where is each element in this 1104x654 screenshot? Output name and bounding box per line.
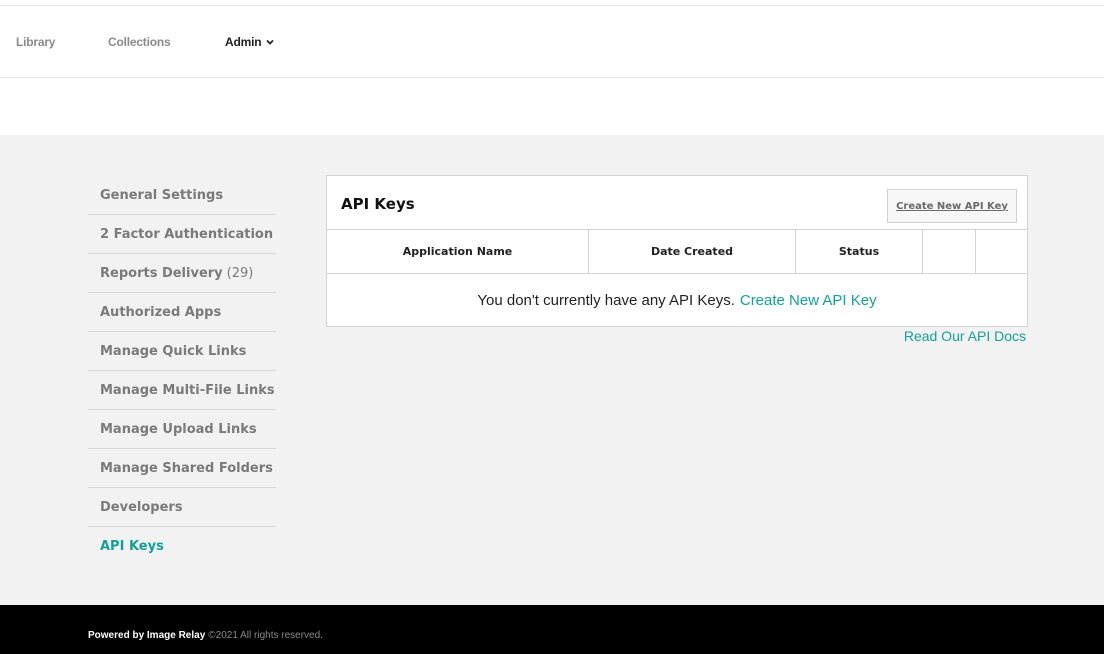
- sidebar-item-label: Manage Upload Links: [100, 421, 257, 437]
- sidebar-item-label: API Keys: [100, 539, 164, 554]
- api-docs-link[interactable]: Read Our API Docs: [904, 328, 1026, 344]
- column-header-application-name[interactable]: Application Name: [327, 230, 589, 273]
- sidebar-item-label: General Settings: [100, 187, 224, 203]
- create-api-key-button[interactable]: Create New API Key: [887, 189, 1017, 223]
- footer: Powered by Image Relay ©2021 All rights r…: [0, 605, 1104, 654]
- sidebar-item-manage-quick-links[interactable]: Manage Quick Links: [88, 332, 276, 371]
- top-navigation: Library Collections Admin: [0, 6, 1104, 78]
- column-header-date-created[interactable]: Date Created: [589, 230, 796, 273]
- footer-text: Powered by Image Relay ©2021 All rights r…: [88, 630, 323, 641]
- sidebar-item-label: Manage Multi-File Links: [100, 382, 275, 398]
- sidebar-item-label: Developers: [100, 499, 183, 515]
- sidebar-item-manage-shared-folders[interactable]: Manage Shared Folders: [88, 449, 276, 488]
- create-api-key-link[interactable]: Create New API Key: [740, 292, 877, 309]
- sidebar-item-manage-multi-file-links[interactable]: Manage Multi-File Links: [88, 371, 276, 410]
- nav-admin-label: Admin: [225, 35, 262, 49]
- empty-state-message: You don't currently have any API Keys.: [477, 291, 735, 309]
- api-keys-panel: API Keys Create New API Key Application …: [326, 175, 1028, 327]
- empty-state-row: You don't currently have any API Keys. C…: [327, 274, 1027, 326]
- admin-sidebar: General Settings 2 Factor Authentication…: [88, 176, 276, 566]
- sidebar-item-label: Reports Delivery: [100, 265, 223, 281]
- column-header-empty: [976, 230, 1027, 273]
- sidebar-item-manage-upload-links[interactable]: Manage Upload Links: [88, 410, 276, 449]
- column-header-empty: [923, 230, 976, 273]
- powered-by-text: Powered by Image Relay: [88, 630, 206, 641]
- nav-admin-dropdown[interactable]: Admin: [225, 35, 275, 49]
- sidebar-item-label: Authorized Apps: [100, 304, 222, 320]
- copyright-text: ©2021 All rights reserved.: [208, 630, 323, 641]
- sidebar-item-api-keys[interactable]: API Keys: [88, 527, 276, 566]
- sidebar-item-general-settings[interactable]: General Settings: [88, 176, 276, 215]
- panel-title: API Keys: [341, 195, 415, 213]
- chevron-down-icon: [266, 39, 274, 45]
- sidebar-item-authorized-apps[interactable]: Authorized Apps: [88, 293, 276, 332]
- sidebar-item-developers[interactable]: Developers: [88, 488, 276, 527]
- sidebar-item-label: Manage Quick Links: [100, 343, 247, 359]
- nav-library[interactable]: Library: [16, 35, 55, 49]
- column-header-status[interactable]: Status: [796, 230, 923, 273]
- sidebar-item-label: 2 Factor Authentication: [100, 226, 274, 242]
- sidebar-item-label: Manage Shared Folders: [100, 460, 273, 476]
- nav-collections[interactable]: Collections: [108, 35, 171, 49]
- sidebar-item-2-factor-authentication[interactable]: 2 Factor Authentication: [88, 215, 276, 254]
- sidebar-item-count: (29): [226, 265, 254, 281]
- sidebar-item-reports-delivery[interactable]: Reports Delivery (29): [88, 254, 276, 293]
- table-header: Application Name Date Created Status: [327, 229, 1027, 274]
